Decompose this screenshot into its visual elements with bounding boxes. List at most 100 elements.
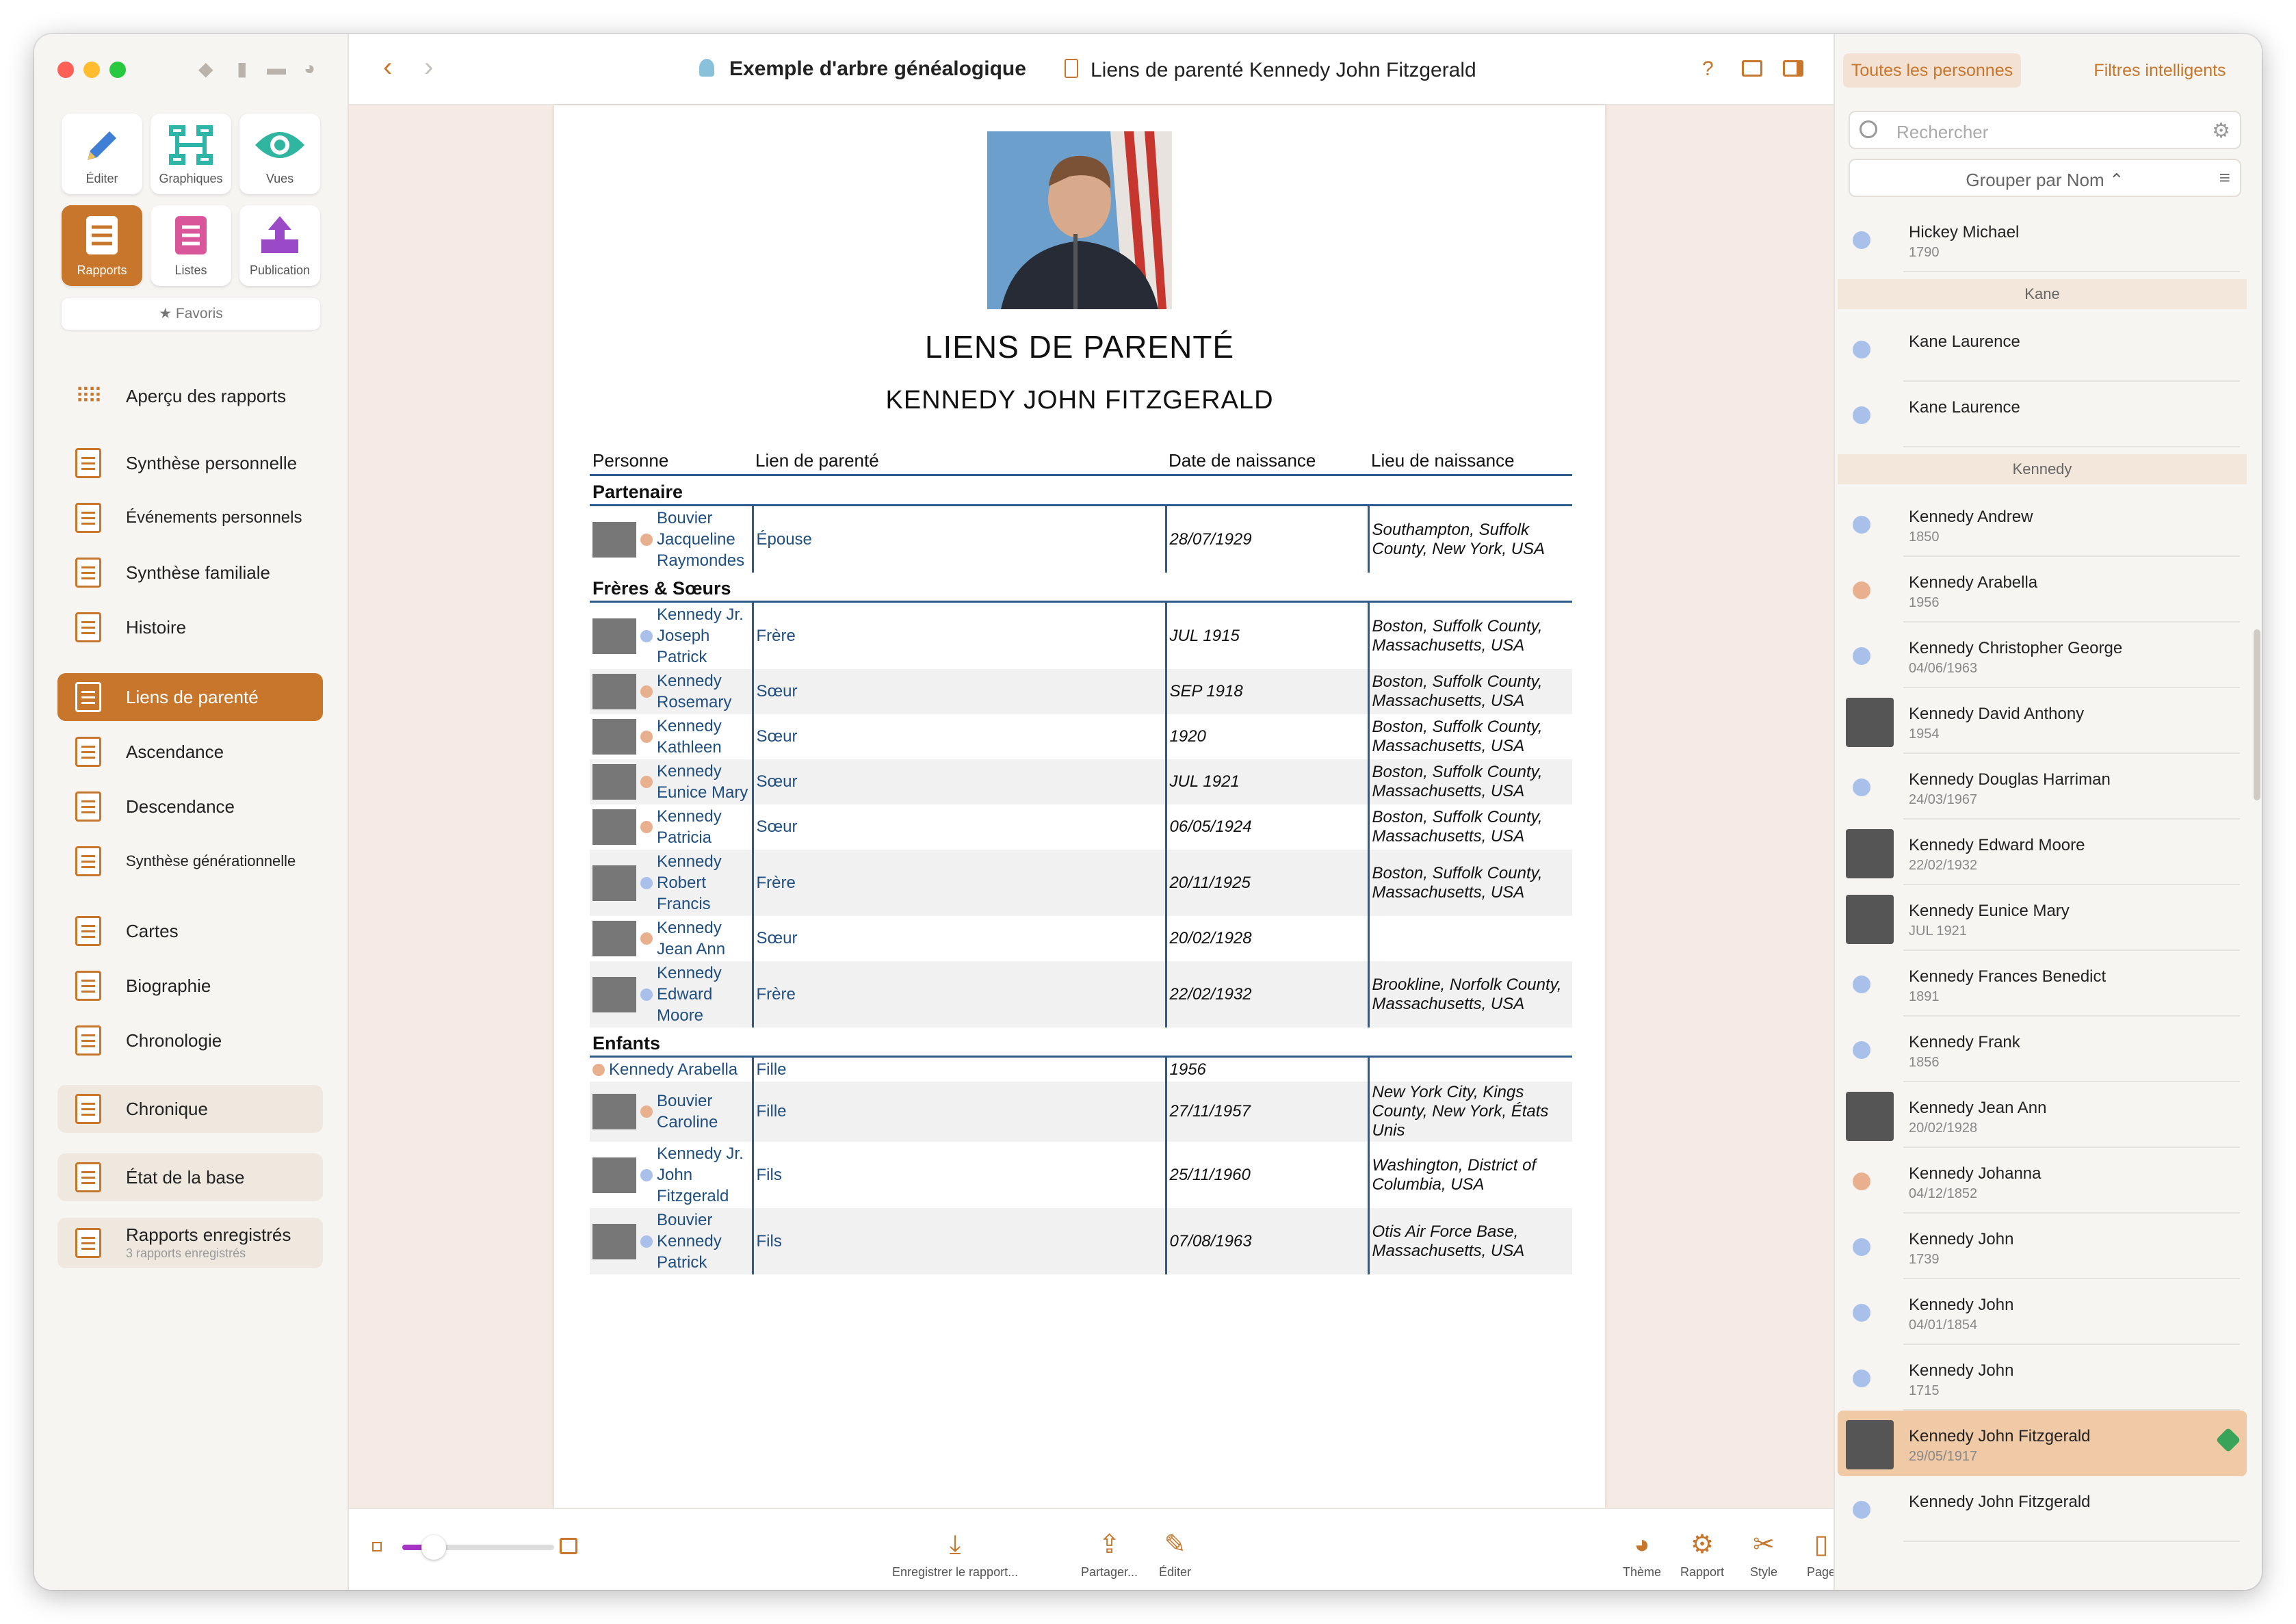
table-row[interactable]: Kennedy Jr. Joseph Patrick Frère JUL 1915 B… [590,601,1572,669]
nav-saved-reports[interactable]: Rapports enregistrés 3 rapports enregist… [57,1218,323,1268]
person-list-item[interactable]: Kennedy John 1715 [1838,1345,2247,1411]
table-row[interactable]: Kennedy Robert Francis Frère 20/11/1925 Bos… [590,850,1572,916]
zoom-button[interactable] [109,62,126,78]
nav-overview[interactable]: ⠿⠿ Aperçu des rapports [57,372,323,420]
nav-biography[interactable]: Biographie [57,962,323,1010]
nav-generational-summary[interactable]: Synthèse générationnelle [57,837,323,885]
person-cell[interactable]: Kennedy Jr. Joseph Patrick [590,601,754,669]
page-button[interactable]: ▯ Page [1806,1530,1836,1580]
gear-icon[interactable]: ⚙ [2212,119,2230,143]
person-cell[interactable]: Bouvier Caroline [590,1082,754,1142]
person-name: Kennedy Jean Ann [1909,1099,2047,1117]
tile-lists[interactable]: Listes [151,205,231,286]
person-list-item[interactable]: Kennedy Arabella 1956 [1838,557,2247,623]
minimize-button[interactable] [83,62,100,78]
group-by-select[interactable]: Grouper par Nom ⌃ ≡ [1849,159,2241,197]
person-list-item[interactable]: Kennedy John Fitzgerald 29/05/1917 [1838,1411,2247,1476]
edit-button[interactable]: ✎ Éditer [1159,1530,1191,1580]
person-list-item[interactable]: Kennedy Douglas Harriman 24/03/1967 [1838,754,2247,820]
table-row[interactable]: Kennedy Eunice Mary Sœur JUL 1921 Boston, S… [590,759,1572,804]
person-list-item[interactable]: Kennedy Johanna 04/12/1852 [1838,1148,2247,1214]
person-list-item[interactable]: Kennedy Frances Benedict 1891 [1838,951,2247,1017]
tag-icon[interactable]: ◆ [198,57,213,80]
style-button[interactable]: ✂ Style [1749,1530,1779,1580]
sort-icon[interactable]: ≡ [2219,167,2230,189]
person-list-item[interactable]: Kennedy David Anthony 1954 [1838,688,2247,754]
tile-edit[interactable]: Éditer [62,114,142,194]
person-list-item[interactable]: Kennedy Christopher George 04/06/1963 [1838,623,2247,688]
table-row[interactable]: Bouvier Caroline Fille 27/11/1957 New York … [590,1082,1572,1142]
person-list-item[interactable]: Kane Laurence [1838,316,2247,382]
car-icon[interactable]: ▬ [267,57,286,79]
person-list-item[interactable]: Kennedy John 1739 [1838,1214,2247,1279]
tile-reports[interactable]: Rapports [62,205,142,286]
person-cell[interactable]: Kennedy Arabella [590,1056,754,1082]
table-row[interactable]: Kennedy Edward Moore Frère 22/02/1932 Brook… [590,961,1572,1027]
person-cell[interactable]: Kennedy Jean Ann [590,916,754,961]
table-row[interactable]: Kennedy Patricia Sœur 06/05/1924 Boston, Su… [590,804,1572,850]
table-row[interactable]: Kennedy Kathleen Sœur 1920 Boston, Suffolk … [590,714,1572,759]
zoom-slider-knob[interactable] [421,1535,446,1560]
nav-database-status[interactable]: État de la base [57,1153,323,1201]
person-cell[interactable]: Kennedy Rosemary [590,669,754,714]
window-icon[interactable] [1742,60,1762,77]
table-row[interactable]: Bouvier Jacqueline Raymondes Épouse 28/07/… [590,505,1572,573]
theme-button[interactable]: ◕ Thème [1623,1530,1661,1580]
person-list-item[interactable]: Kennedy Frank 1856 [1838,1017,2247,1082]
nav-personal-events[interactable]: Événements personnels [57,494,323,542]
person-list-item[interactable]: Kennedy Andrew 1850 [1838,491,2247,557]
nav-label: Chronique [126,1098,208,1119]
person-cell[interactable]: Kennedy Robert Francis [590,850,754,916]
search-field[interactable]: Rechercher ⚙ [1849,111,2241,149]
person-cell[interactable]: Bouvier Kennedy Patrick [590,1208,754,1274]
nav-story[interactable]: Histoire [57,603,323,651]
back-chevron-icon[interactable]: ‹ [383,52,392,83]
table-row[interactable]: Kennedy Jean Ann Sœur 20/02/1928 [590,916,1572,961]
tab-smart-filters[interactable]: Filtres intelligents [2074,53,2245,88]
list-scrollbar[interactable] [2254,629,2260,800]
person-list-item[interactable]: Kennedy Jean Ann 20/02/1928 [1838,1082,2247,1148]
close-button[interactable] [57,62,74,78]
zoom-slider[interactable] [402,1535,554,1560]
nav-maps[interactable]: Cartes [57,907,323,955]
help-button[interactable]: ? [1702,57,1714,81]
nav-family-summary[interactable]: Synthèse familiale [57,549,323,597]
nav-relationships[interactable]: Liens de parenté [57,673,323,721]
table-row[interactable]: Bouvier Kennedy Patrick Fils 07/08/1963 Oti… [590,1208,1572,1274]
person-cell[interactable]: Bouvier Jacqueline Raymondes [590,505,754,573]
person-cell[interactable]: Kennedy Patricia [590,804,754,850]
tab-all-persons[interactable]: Toutes les personnes [1843,53,2021,88]
nav-personal-summary[interactable]: Synthèse personnelle [57,439,323,487]
bookmark-icon[interactable]: ▮ [237,57,247,80]
share-button[interactable]: ⇪ Partager... [1081,1530,1138,1580]
forward-chevron-icon[interactable]: › [424,52,433,83]
person-list-item[interactable]: Kane Laurence [1838,382,2247,447]
nav-descendancy[interactable]: Descendance [57,783,323,830]
person-list-item[interactable]: Kennedy John Fitzgerald [1838,1476,2247,1542]
report-settings-button[interactable]: ⚙ Rapport [1680,1530,1724,1580]
person-cell[interactable]: Kennedy Kathleen [590,714,754,759]
relationship-cell: Frère [753,850,1167,916]
person-cell[interactable]: Kennedy Edward Moore [590,961,754,1027]
tile-charts[interactable]: Graphiques [151,114,231,194]
tile-views[interactable]: Vues [239,114,320,194]
person-cell[interactable]: Kennedy Eunice Mary [590,759,754,804]
nav-chronicle[interactable]: Chronique [57,1085,323,1133]
person-list-item[interactable]: Kennedy Edward Moore 22/02/1932 [1838,820,2247,885]
favorites-button[interactable]: ★ Favoris [62,298,320,330]
generations-document-icon [75,846,101,876]
person-list-item[interactable]: Hickey Michael 1790 [1838,207,2247,272]
table-row[interactable]: Kennedy Jr. John Fitzgerald Fils 25/11/196… [590,1142,1572,1208]
tile-publication[interactable]: Publication [239,205,320,286]
save-report-button[interactable]: ⤓ Enregistrer le rapport... [892,1530,1018,1580]
split-view-icon[interactable] [1783,60,1803,77]
person-cell[interactable]: Kennedy Jr. John Fitzgerald [590,1142,754,1208]
nav-timeline[interactable]: Chronologie [57,1017,323,1064]
person-list-item[interactable]: Kennedy Eunice Mary JUL 1921 [1838,885,2247,951]
chart-icon[interactable]: ◕ [304,57,315,79]
gender-dot-icon [1853,1041,1870,1059]
person-list-item[interactable]: Kennedy John 04/01/1854 [1838,1279,2247,1345]
table-row[interactable]: Kennedy Rosemary Sœur SEP 1918 Boston, Suff… [590,669,1572,714]
nav-ancestry[interactable]: Ascendance [57,728,323,776]
table-row[interactable]: Kennedy Arabella Fille 1956 [590,1056,1572,1082]
